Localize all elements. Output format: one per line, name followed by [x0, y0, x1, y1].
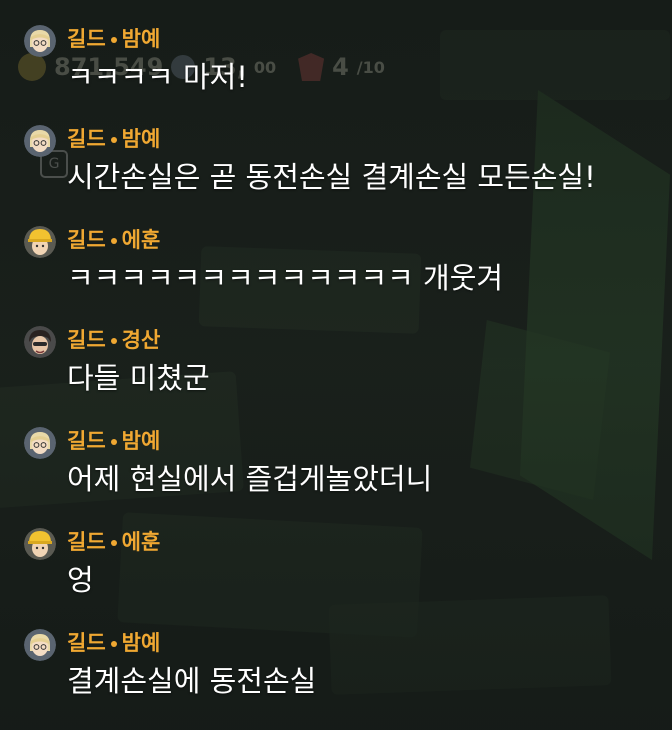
separator-dot [110, 37, 117, 43]
sender-name[interactable]: 길드 밤예 [67, 426, 160, 456]
message-text: 엉 [67, 563, 94, 597]
sender-name[interactable]: 길드 에훈 [67, 225, 160, 255]
player-name: 밤예 [121, 127, 161, 151]
separator-dot [110, 338, 117, 344]
avatar[interactable] [24, 629, 56, 661]
separator-dot [110, 641, 117, 647]
avatar[interactable] [24, 25, 56, 57]
guild-prefix: 길드 [67, 328, 106, 352]
avatar[interactable] [24, 226, 56, 258]
chat-message: 길드 밤예 시간손실은 곧 동전손실 결계손실 모든손실! [24, 124, 664, 219]
chat-message: 길드 밤예 ㅋㅋㅋㅋ 마저! [24, 24, 664, 119]
message-text: ㅋㅋㅋㅋㅋㅋㅋㅋㅋㅋㅋㅋㅋ 개웃겨 [67, 261, 504, 295]
player-name: 경산 [121, 328, 161, 352]
guild-prefix: 길드 [67, 27, 106, 51]
sender-name[interactable]: 길드 밤예 [67, 24, 160, 54]
chat-message: 길드 에훈 엉 [24, 527, 664, 622]
sender-name[interactable]: 길드 에훈 [67, 527, 160, 557]
player-name: 밤예 [121, 631, 161, 655]
chat-message: 길드 경산 다들 미쳤군 [24, 325, 664, 420]
sender-name[interactable]: 길드 밤예 [67, 124, 160, 154]
avatar[interactable] [24, 326, 56, 358]
message-text: 어제 현실에서 즐겁게놀았더니 [67, 462, 433, 496]
sender-name[interactable]: 길드 경산 [67, 325, 160, 355]
chat-message: 길드 에훈 ㅋㅋㅋㅋㅋㅋㅋㅋㅋㅋㅋㅋㅋ 개웃겨 [24, 225, 664, 320]
guild-prefix: 길드 [67, 127, 106, 151]
player-name: 밤예 [121, 429, 161, 453]
chat-message: 길드 밤예 결계손실에 동전손실 [24, 628, 664, 723]
guild-prefix: 길드 [67, 631, 106, 655]
guild-prefix: 길드 [67, 429, 106, 453]
player-name: 에훈 [121, 530, 161, 554]
avatar[interactable] [24, 528, 56, 560]
chat-message: 길드 밤예 어제 현실에서 즐겁게놀았더니 [24, 426, 664, 521]
message-text: 다들 미쳤군 [67, 361, 210, 395]
player-name: 밤예 [121, 27, 161, 51]
guild-prefix: 길드 [67, 530, 106, 554]
separator-dot [110, 137, 117, 143]
message-text: 시간손실은 곧 동전손실 결계손실 모든손실! [67, 160, 596, 194]
avatar[interactable] [24, 125, 56, 157]
avatar[interactable] [24, 427, 56, 459]
guild-prefix: 길드 [67, 228, 106, 252]
separator-dot [110, 540, 117, 546]
message-text: ㅋㅋㅋㅋ 마저! [67, 60, 248, 94]
separator-dot [110, 238, 117, 244]
separator-dot [110, 439, 117, 445]
message-text: 결계손실에 동전손실 [67, 664, 317, 698]
player-name: 에훈 [121, 228, 161, 252]
sender-name[interactable]: 길드 밤예 [67, 628, 160, 658]
